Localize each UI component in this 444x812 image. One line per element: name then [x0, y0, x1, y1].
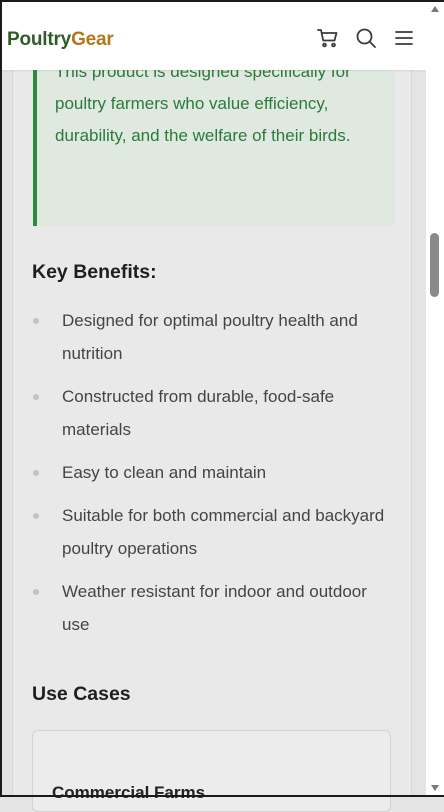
site-logo[interactable]: PoultryGear: [7, 29, 114, 51]
site-header: PoultryGear: [2, 2, 426, 70]
cart-icon[interactable]: [316, 26, 340, 50]
scroll-down-arrow-icon[interactable]: [431, 785, 439, 791]
callout-text: This product is designed specifically fo…: [55, 62, 351, 145]
window-frame-top: [0, 0, 444, 2]
bullet-icon: [33, 394, 39, 400]
scrollbar-thumb[interactable]: [430, 233, 439, 297]
benefits-list: Designed for optimal poultry health and …: [32, 304, 392, 651]
bullet-icon: [33, 513, 39, 519]
benefit-item: Designed for optimal poultry health and …: [32, 304, 392, 370]
benefit-item: Constructed from durable, food-safe mate…: [32, 380, 392, 446]
logo-text-poultry: Poultry: [7, 29, 72, 50]
benefit-text: Suitable for both commercial and backyar…: [62, 506, 385, 558]
benefit-item: Suitable for both commercial and backyar…: [32, 499, 392, 565]
use-case-card[interactable]: Commercial Farms: [32, 730, 391, 812]
use-cases-heading: Use Cases: [32, 683, 131, 705]
scroll-up-arrow-icon[interactable]: [431, 6, 439, 12]
benefit-text: Designed for optimal poultry health and …: [62, 311, 358, 363]
benefit-text: Constructed from durable, food-safe mate…: [62, 387, 335, 439]
benefit-text: Weather resistant for indoor and outdoor…: [62, 582, 367, 634]
benefit-item: Weather resistant for indoor and outdoor…: [32, 575, 392, 641]
key-benefits-heading: Key Benefits:: [32, 261, 157, 283]
window-frame-left: [0, 0, 2, 797]
search-icon[interactable]: [354, 26, 378, 50]
bullet-icon: [33, 589, 39, 595]
logo-text-gear: Gear: [71, 29, 114, 50]
menu-icon[interactable]: [392, 26, 416, 50]
benefit-text: Easy to clean and maintain: [62, 463, 267, 482]
bullet-icon: [33, 470, 39, 476]
benefit-item: Easy to clean and maintain: [32, 456, 392, 489]
bullet-icon: [33, 318, 39, 324]
vertical-scrollbar[interactable]: [426, 2, 444, 795]
use-case-card-title: Commercial Farms: [52, 783, 206, 802]
